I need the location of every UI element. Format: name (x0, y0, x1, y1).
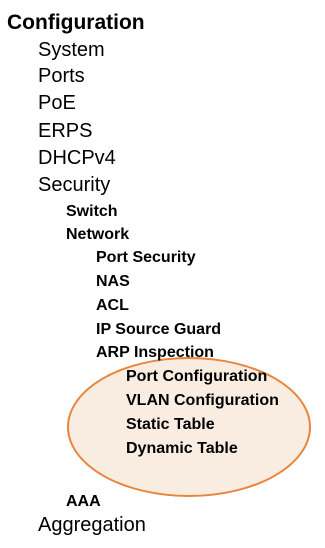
configuration-nav-tree: Configuration System Ports PoE ERPS DHCP… (0, 0, 325, 548)
nav-acl[interactable]: ACL (96, 298, 129, 314)
nav-security-network[interactable]: Network (66, 227, 129, 243)
nav-nas[interactable]: NAS (96, 274, 130, 290)
nav-ip-source-guard[interactable]: IP Source Guard (96, 322, 221, 338)
nav-ports[interactable]: Ports (38, 66, 85, 86)
nav-arp-vlan-configuration[interactable]: VLAN Configuration (126, 393, 279, 409)
nav-security[interactable]: Security (38, 175, 110, 195)
nav-dhcpv4[interactable]: DHCPv4 (38, 148, 116, 168)
nav-arp-dynamic-table[interactable]: Dynamic Table (126, 441, 238, 457)
nav-arp-inspection[interactable]: ARP Inspection (96, 345, 214, 361)
nav-configuration[interactable]: Configuration (7, 12, 145, 33)
nav-system[interactable]: System (38, 40, 105, 60)
nav-security-aaa[interactable]: AAA (66, 494, 101, 510)
nav-security-switch[interactable]: Switch (66, 204, 118, 220)
nav-arp-static-table[interactable]: Static Table (126, 417, 215, 433)
nav-aggregation[interactable]: Aggregation (38, 515, 146, 535)
nav-arp-port-configuration[interactable]: Port Configuration (126, 369, 267, 385)
nav-poe[interactable]: PoE (38, 93, 76, 113)
nav-erps[interactable]: ERPS (38, 121, 92, 141)
nav-port-security[interactable]: Port Security (96, 250, 196, 266)
